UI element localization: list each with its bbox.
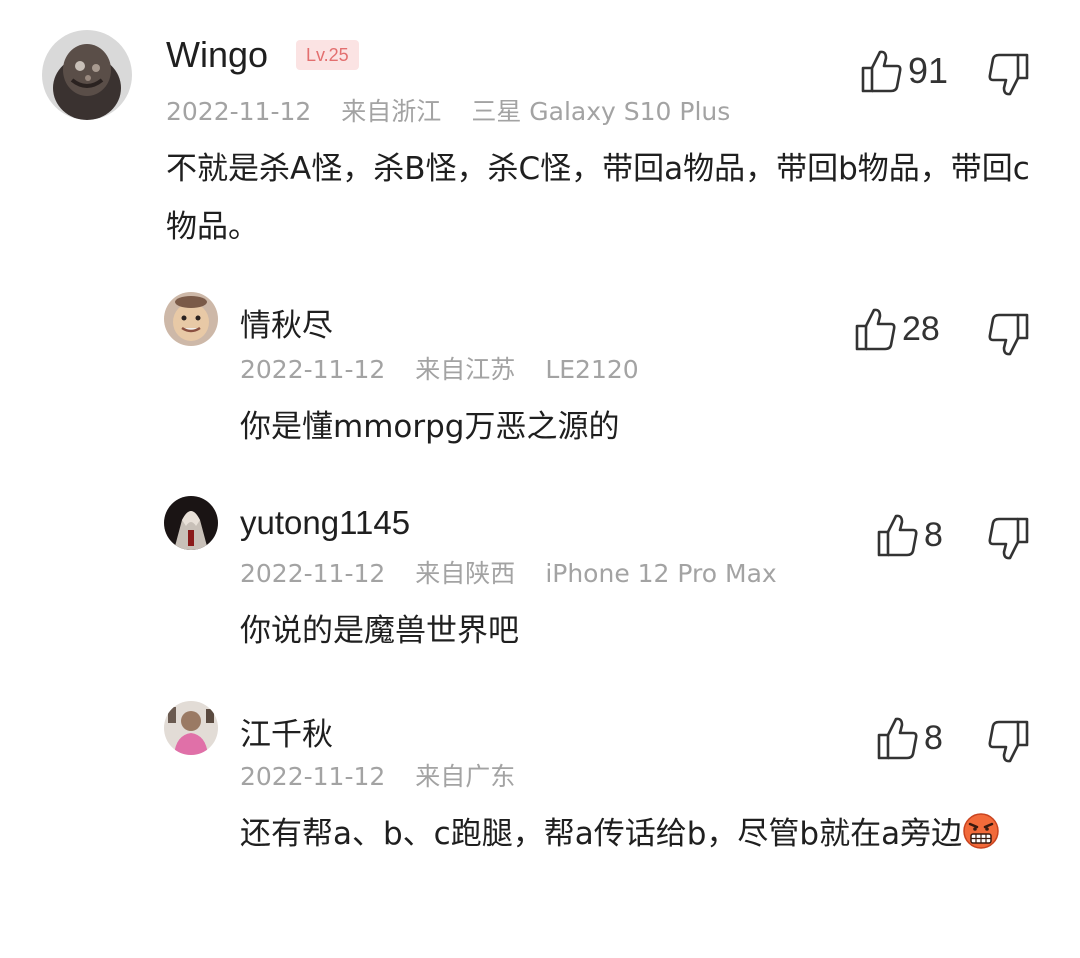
like-button[interactable]: 8 (876, 510, 943, 560)
like-button[interactable]: 8 (876, 713, 943, 763)
comment-device: iPhone 12 Pro Max (545, 559, 777, 588)
thumbs-up-icon (861, 50, 902, 93)
angry-grimace-emoji (963, 813, 999, 849)
like-count: 8 (924, 515, 943, 554)
comment-device: 三星 Galaxy S10 Plus (471, 97, 731, 126)
username[interactable]: yutong1145 (240, 504, 410, 542)
dislike-button[interactable] (986, 312, 1030, 358)
thumbs-down-icon (988, 313, 1029, 356)
avatar[interactable] (164, 496, 218, 550)
dislike-button[interactable] (986, 516, 1030, 562)
comment-text-content: 不就是杀A怪，杀B怪，杀C怪，带回a物品，带回b物品，带回c物品。 (166, 151, 1030, 245)
like-button[interactable]: 28 (854, 304, 940, 354)
comment-text: 还有帮a、b、c跑腿，帮a传话给b，尽管b就在a旁边 (240, 805, 1030, 863)
comment-date: 2022-11-12 (240, 762, 386, 791)
thumbs-down-icon (988, 517, 1029, 560)
like-button[interactable]: 91 (860, 46, 948, 96)
like-count: 28 (902, 309, 940, 348)
comment-meta: 2022-11-12 来自浙江 三星 Galaxy S10 Plus (166, 92, 760, 128)
thumbs-up-icon (877, 717, 918, 760)
reply-item: yutong1145 2022-11-12 来自陕西 iPhone 12 Pro M… (0, 470, 1080, 675)
like-count: 91 (908, 50, 949, 91)
comment-text-content: 你是懂mmorpg万恶之源的 (240, 409, 620, 445)
comment-location: 来自陕西 (415, 559, 516, 588)
comment-text: 你说的是魔兽世界吧 (240, 602, 1020, 660)
comment-text: 不就是杀A怪，杀B怪，杀C怪，带回a物品，带回b物品，带回c物品。 (166, 140, 1036, 256)
reply-item: 江千秋 2022-11-12 来自广东 还有帮a、b、c跑腿，帮a传话给b，尽管b… (0, 675, 1080, 958)
comment-meta: 2022-11-12 来自江苏 LE2120 (240, 350, 669, 386)
comment-item: Wingo Lv.25 2022-11-12 来自浙江 三星 Galaxy S10 … (0, 0, 1080, 260)
reply-item: 情秋尽 2022-11-12 来自江苏 LE2120 你是懂mmorpg万恶之源的 … (0, 260, 1080, 470)
comment-date: 2022-11-12 (166, 97, 312, 126)
thumbs-up-icon (855, 308, 896, 351)
comment-text: 你是懂mmorpg万恶之源的 (240, 398, 1020, 456)
comment-text-content: 你说的是魔兽世界吧 (240, 613, 519, 649)
username[interactable]: 情秋尽 (240, 300, 333, 345)
like-count: 8 (924, 718, 943, 757)
comment-date: 2022-11-12 (240, 559, 386, 588)
username[interactable]: Wingo (166, 34, 268, 76)
comment-date: 2022-11-12 (240, 355, 386, 384)
thumbs-down-icon (988, 720, 1029, 763)
dislike-button[interactable] (986, 52, 1030, 98)
comment-text-content: 还有帮a、b、c跑腿，帮a传话给b，尽管b就在a旁边 (240, 816, 963, 852)
level-badge: Lv.25 (296, 40, 359, 70)
comment-meta: 2022-11-12 来自广东 (240, 757, 545, 793)
comment-location: 来自广东 (415, 762, 516, 791)
comment-location: 来自浙江 (341, 97, 442, 126)
comment-meta: 2022-11-12 来自陕西 iPhone 12 Pro Max (240, 554, 807, 590)
thumbs-down-icon (988, 53, 1029, 96)
avatar[interactable] (42, 30, 132, 120)
dislike-button[interactable] (986, 719, 1030, 765)
comment-location: 来自江苏 (415, 355, 516, 384)
username[interactable]: 江千秋 (240, 709, 333, 754)
avatar[interactable] (164, 701, 218, 755)
avatar[interactable] (164, 292, 218, 346)
thumbs-up-icon (877, 514, 918, 557)
comment-device: LE2120 (545, 355, 639, 384)
